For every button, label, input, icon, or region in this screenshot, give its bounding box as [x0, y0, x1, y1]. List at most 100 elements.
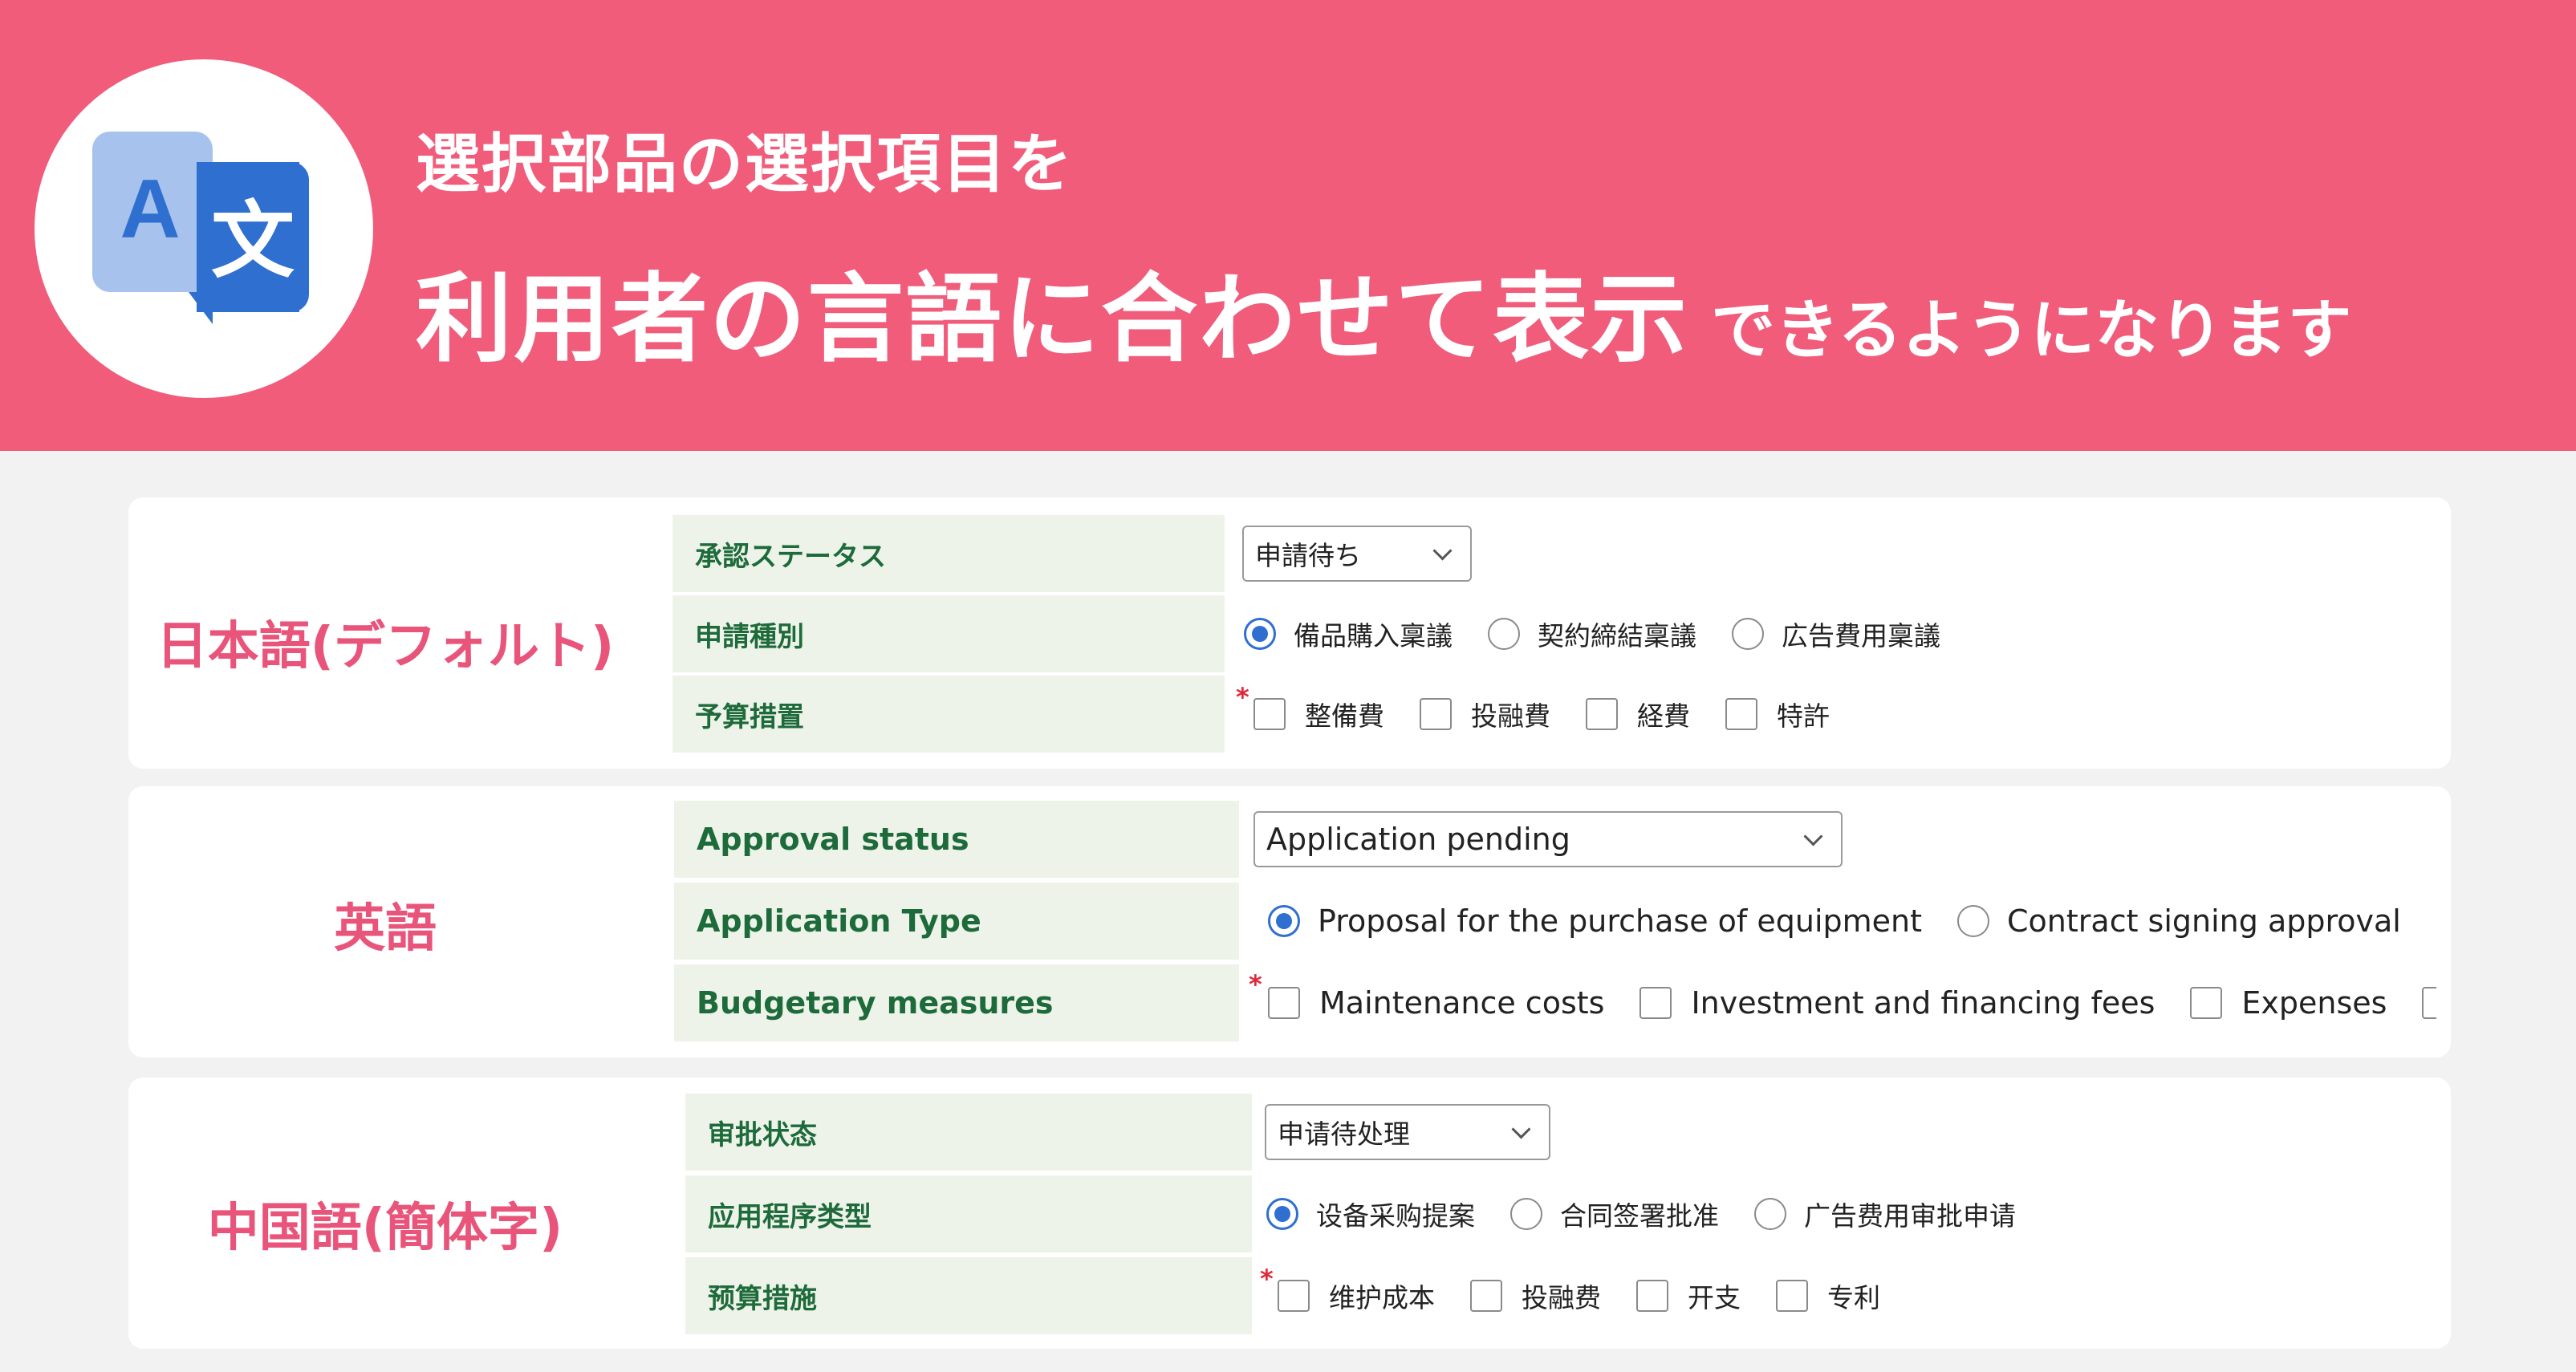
option-label: 开支 — [1688, 1282, 1741, 1313]
radio-button-checked[interactable] — [1266, 1198, 1298, 1230]
chevron-down-icon — [1432, 542, 1454, 565]
language-label: 英語 — [334, 899, 437, 959]
checkbox[interactable] — [1639, 987, 1672, 1019]
headline-line-1: 選択部品の選択項目を — [416, 127, 1074, 201]
headline-emphasis: 利用者の言語に合わせて表示 — [416, 264, 1688, 375]
radio-button-checked[interactable] — [1268, 905, 1300, 937]
select-value: Application pending — [1266, 822, 1570, 857]
field-value: 備品購入稟議 契約締結稟議 広告費用稟議 — [1244, 595, 2367, 672]
status-select[interactable]: 申請待ち — [1242, 526, 1472, 582]
checkbox-option[interactable]: pate — [2422, 985, 2436, 1021]
checkbox[interactable] — [1470, 1280, 1502, 1312]
option-label: 合同签署批准 — [1560, 1200, 1719, 1232]
checkbox[interactable] — [1268, 987, 1300, 1019]
radio-button[interactable] — [1957, 905, 1990, 937]
required-mark: * — [1260, 1264, 1274, 1294]
select-value: 申请待处理 — [1278, 1118, 1410, 1150]
radio-button-checked[interactable] — [1244, 618, 1276, 650]
field-value: 申請待ち — [1242, 515, 2366, 592]
form-row-budget: 预算措施 * 维护成本 投融费 开支 专利 — [685, 1257, 2451, 1334]
radio-option[interactable]: 備品購入稟議 — [1244, 615, 1453, 653]
radio-option[interactable]: Proposal for the purchase of equipment — [1268, 903, 1922, 939]
option-label: Maintenance costs — [1319, 985, 1605, 1021]
header-banner: A 文 選択部品の選択項目を 利用者の言語に合わせて表示 できるようになります — [0, 0, 2576, 451]
svg-text:A: A — [120, 163, 180, 256]
option-label: 专利 — [1827, 1282, 1880, 1313]
option-label: 契約締結稟議 — [1538, 620, 1696, 651]
radio-option[interactable]: 合同签署批准 — [1510, 1195, 1719, 1233]
field-value: 申请待处理 — [1265, 1094, 2388, 1171]
option-label: Proposal for the purchase of equipment — [1318, 903, 1923, 939]
radio-button[interactable] — [1488, 618, 1520, 650]
field-value: Application pending — [1253, 801, 2441, 878]
radio-button[interactable] — [1732, 618, 1764, 650]
checkbox-option[interactable]: Expenses — [2190, 985, 2387, 1021]
radio-option[interactable]: Contract signing approval — [1957, 903, 2401, 939]
headline-suffix: できるようになります — [1711, 293, 2352, 367]
required-mark: * — [1236, 682, 1249, 712]
checkbox-option[interactable]: 开支 — [1636, 1277, 1741, 1315]
language-card-english: 英語 Approval status Application pending A… — [128, 786, 2451, 1057]
checkbox-option[interactable]: 投融费 — [1470, 1277, 1601, 1315]
field-value: Maintenance costs Investment and financi… — [1268, 964, 2436, 1041]
field-label: 予算措置 — [672, 676, 1225, 753]
option-label: 特許 — [1777, 700, 1830, 732]
status-select[interactable]: 申请待处理 — [1265, 1104, 1550, 1160]
form-row-budget: Budgetary measures * Maintenance costs I… — [674, 964, 2451, 1041]
checkbox[interactable] — [2422, 987, 2436, 1019]
checkbox[interactable] — [1253, 698, 1286, 730]
option-label: 備品購入稟議 — [1294, 620, 1453, 651]
headline-line-2: 利用者の言語に合わせて表示 できるようになります — [416, 241, 2351, 380]
svg-text:文: 文 — [211, 192, 295, 290]
option-label: 広告費用稟議 — [1782, 620, 1940, 651]
checkbox[interactable] — [1636, 1280, 1668, 1312]
radio-button[interactable] — [1510, 1198, 1542, 1230]
radio-button[interactable] — [1754, 1198, 1786, 1230]
form-row-status: 承認ステータス 申請待ち — [672, 515, 2438, 592]
option-label: 経費 — [1637, 700, 1690, 732]
radio-option[interactable]: 広告費用稟議 — [1732, 615, 1940, 653]
option-label: 投融费 — [1522, 1282, 1601, 1313]
status-select[interactable]: Application pending — [1253, 811, 1843, 867]
checkbox[interactable] — [1586, 698, 1618, 730]
checkbox[interactable] — [1278, 1280, 1310, 1312]
option-label: 整備費 — [1305, 700, 1384, 732]
checkbox-option[interactable]: 整備費 — [1253, 695, 1384, 733]
chevron-down-icon — [1510, 1121, 1533, 1143]
checkbox-option[interactable]: 专利 — [1776, 1277, 1880, 1315]
field-label: 预算措施 — [685, 1257, 1252, 1334]
field-label: 审批状态 — [685, 1094, 1252, 1171]
field-value: 整備費 投融費 経費 特許 — [1253, 676, 2377, 753]
checkbox[interactable] — [2190, 987, 2223, 1019]
checkbox-option[interactable]: 特許 — [1725, 695, 1830, 733]
radio-option[interactable]: 广告费用审批申请 — [1754, 1195, 2016, 1233]
field-label: Approval status — [674, 801, 1239, 878]
field-label: 承認ステータス — [672, 515, 1225, 592]
option-label: Expenses — [2241, 985, 2387, 1021]
field-value: 设备采购提案 合同签署批准 广告费用审批申请 — [1266, 1175, 2390, 1252]
checkbox[interactable] — [1420, 698, 1452, 730]
checkbox[interactable] — [1776, 1280, 1808, 1312]
checkbox-option[interactable]: 维护成本 — [1278, 1277, 1435, 1315]
language-label: 日本語(デフォルト) — [156, 617, 615, 676]
option-label: Investment and financing fees — [1691, 985, 2155, 1021]
field-label: 申請種別 — [672, 595, 1225, 672]
checkbox[interactable] — [1725, 698, 1757, 730]
translate-icon: A 文 — [92, 132, 309, 324]
checkbox-option[interactable]: 経費 — [1586, 695, 1690, 733]
select-value: 申請待ち — [1255, 540, 1361, 571]
radio-option[interactable]: 设备采购提案 — [1266, 1195, 1475, 1233]
required-mark: * — [1249, 969, 1262, 1000]
checkbox-option[interactable]: 投融費 — [1420, 695, 1550, 733]
checkbox-option[interactable]: Maintenance costs — [1268, 985, 1604, 1021]
form-row-type: 应用程序类型 设备采购提案 合同签署批准 广告费用审批申请 — [685, 1175, 2451, 1252]
option-label: Contract signing approval — [2007, 903, 2401, 939]
option-label: 投融費 — [1471, 700, 1550, 732]
language-card-japanese: 日本語(デフォルト) 承認ステータス 申請待ち 申請種別 備品購入稟議 契約締結… — [128, 497, 2451, 769]
field-label: Application Type — [674, 883, 1239, 960]
logo: A 文 — [35, 59, 373, 398]
checkbox-option[interactable]: Investment and financing fees — [1639, 985, 2155, 1021]
radio-option[interactable]: 契約締結稟議 — [1488, 615, 1696, 653]
form-row-status: Approval status Application pending — [674, 801, 2451, 878]
chevron-down-icon — [1802, 828, 1825, 850]
